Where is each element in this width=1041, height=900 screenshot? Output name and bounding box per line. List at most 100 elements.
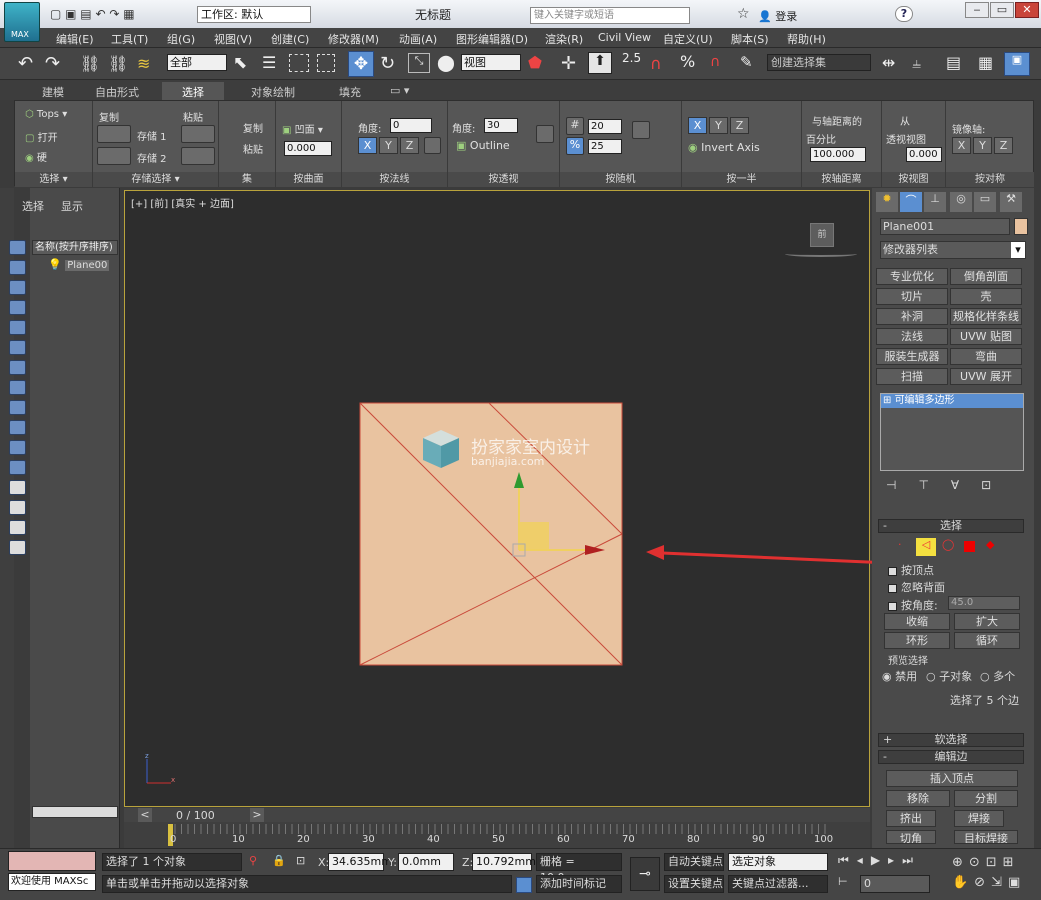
filter-icon[interactable] bbox=[9, 260, 26, 275]
chamfer-button[interactable]: 切角 bbox=[886, 830, 936, 844]
menu-tools[interactable]: 工具(T) bbox=[111, 31, 148, 47]
rollout-soft-selection[interactable]: + 软选择 bbox=[878, 733, 1024, 747]
edit-named-sel-icon[interactable]: ✎ bbox=[740, 53, 753, 71]
menu-edit[interactable]: 编辑(E) bbox=[56, 31, 94, 47]
normal-grid-button[interactable] bbox=[424, 137, 441, 154]
maxscript-listener-mini[interactable] bbox=[8, 851, 96, 871]
goto-start-icon[interactable]: ⊢ bbox=[838, 875, 848, 888]
ignore-backface-check[interactable]: 忽略背面 bbox=[888, 579, 945, 595]
vertex-icon[interactable]: · bbox=[898, 538, 902, 551]
abs-mode-icon[interactable]: ⊡ bbox=[296, 854, 305, 867]
isolate-icon[interactable]: ⚲ bbox=[249, 854, 257, 867]
track-bar[interactable]: 0 10 20 30 40 50 60 70 80 90 100 bbox=[124, 822, 870, 848]
menu-scripting[interactable]: 脚本(S) bbox=[731, 31, 769, 47]
menu-rendering[interactable]: 渲染(R) bbox=[545, 31, 583, 47]
split-button[interactable]: 分割 bbox=[954, 790, 1018, 807]
mod-btn-1[interactable]: 专业优化 bbox=[876, 268, 948, 285]
snap-toggle[interactable]: 2.5 bbox=[622, 51, 641, 65]
filter-icon[interactable] bbox=[9, 540, 26, 555]
random-value-2[interactable]: 25 bbox=[588, 139, 622, 154]
quick-access-icons[interactable]: ▢ ▣ ▤ ↶ ↷ ▦ bbox=[50, 7, 190, 21]
group-select-label[interactable]: 选择 ▾ bbox=[15, 172, 92, 187]
explorer-item[interactable]: 💡 Plane00 bbox=[48, 258, 118, 273]
weld-button[interactable]: 焊接 bbox=[954, 810, 1004, 827]
checkbox[interactable] bbox=[888, 566, 897, 576]
insert-vertex-button[interactable]: 插入顶点 bbox=[886, 770, 1018, 787]
store2-copy-button[interactable] bbox=[97, 147, 131, 165]
selection-filter[interactable]: 全部 bbox=[167, 54, 227, 71]
store2-paste-button[interactable] bbox=[181, 147, 215, 165]
filter-icon[interactable] bbox=[9, 420, 26, 435]
tab-freeform[interactable]: 自由形式 bbox=[95, 84, 139, 100]
set-key-button[interactable]: 设置关键点 bbox=[664, 875, 724, 893]
gizmo-plane-handle[interactable] bbox=[519, 522, 549, 550]
surface-value[interactable]: 0.000 bbox=[284, 141, 332, 156]
set-copy-button[interactable]: 复制 bbox=[243, 120, 263, 135]
menu-group[interactable]: 组(G) bbox=[167, 31, 195, 47]
tab-modeling[interactable]: 建模 bbox=[42, 84, 64, 100]
random-hash-button[interactable]: # bbox=[566, 117, 584, 135]
filter-icon[interactable] bbox=[9, 440, 26, 455]
object-name-input[interactable]: Plane001 bbox=[880, 218, 1010, 235]
time-prev[interactable]: < bbox=[138, 808, 152, 822]
auto-key-button[interactable]: 自动关键点 bbox=[664, 853, 724, 871]
layer-manager-icon[interactable]: ▤ bbox=[946, 53, 961, 72]
login-button[interactable]: 👤 登录 bbox=[758, 8, 797, 24]
menu-views[interactable]: 视图(V) bbox=[214, 31, 252, 47]
explorer-tab-display[interactable]: 显示 bbox=[61, 198, 83, 214]
tab-selection[interactable]: 选择 bbox=[162, 82, 224, 102]
store1-paste-button[interactable] bbox=[181, 125, 215, 143]
set-paste-button[interactable]: 粘贴 bbox=[243, 141, 263, 156]
by-angle-input[interactable]: 45.0 bbox=[948, 596, 1020, 610]
mod-btn-11[interactable]: 扫描 bbox=[876, 368, 948, 385]
preview-multi-radio[interactable]: ○ 多个 bbox=[980, 668, 1015, 684]
store1-copy-button[interactable] bbox=[97, 125, 131, 143]
random-percent-button[interactable]: % bbox=[566, 137, 584, 155]
mod-btn-9[interactable]: 服装生成器 bbox=[876, 348, 948, 365]
preview-disable-radio[interactable]: ◉ 禁用 bbox=[882, 668, 917, 684]
tab-populate[interactable]: 填充 bbox=[339, 84, 361, 100]
redo-icon[interactable]: ↷ bbox=[45, 53, 60, 74]
utilities-tab-icon[interactable]: ⚒ bbox=[1000, 192, 1022, 212]
modifier-list-select[interactable]: 修改器列表 ▾ bbox=[880, 241, 1026, 259]
random-select-button[interactable] bbox=[632, 121, 650, 139]
viewcube[interactable]: 前 bbox=[810, 223, 834, 247]
filter-icon[interactable] bbox=[9, 400, 26, 415]
sym-y-button[interactable]: Y bbox=[973, 137, 992, 154]
normal-x-button[interactable]: X bbox=[358, 137, 377, 154]
key-icon[interactable]: ⊸ bbox=[630, 857, 660, 891]
target-weld-button[interactable]: 目标焊接 bbox=[954, 830, 1018, 844]
loop-button[interactable]: 循环 bbox=[954, 632, 1020, 649]
filter-icon[interactable] bbox=[9, 320, 26, 335]
filter-icon[interactable] bbox=[9, 340, 26, 355]
checkbox[interactable] bbox=[888, 601, 897, 611]
key-mode-select[interactable]: 选定对象 bbox=[728, 853, 828, 871]
mod-btn-7[interactable]: 法线 bbox=[876, 328, 948, 345]
half-z-button[interactable]: Z bbox=[730, 117, 749, 134]
filter-icon[interactable] bbox=[9, 480, 26, 495]
hierarchy-tab-icon[interactable]: ⊥ bbox=[924, 192, 946, 212]
create-tab-icon[interactable]: ✹ bbox=[876, 192, 898, 212]
percent-snap[interactable]: % bbox=[680, 52, 695, 71]
close-button[interactable]: ✕ bbox=[1015, 2, 1039, 18]
search-input[interactable]: 键入关键字或短语 bbox=[530, 7, 690, 24]
filter-icon[interactable] bbox=[9, 380, 26, 395]
modify-tab-icon[interactable]: ⌒ bbox=[900, 192, 922, 212]
preview-subobject-radio[interactable]: ○ 子对象 bbox=[926, 668, 972, 684]
mod-btn-12[interactable]: UVW 展开 bbox=[950, 368, 1022, 385]
menu-help[interactable]: 帮助(H) bbox=[787, 31, 826, 47]
explorer-hscroll[interactable] bbox=[32, 806, 118, 818]
link-icon[interactable]: ⛓ bbox=[80, 54, 100, 73]
time-next[interactable]: > bbox=[250, 808, 264, 822]
explorer-tab-select[interactable]: 选择 bbox=[22, 198, 44, 214]
invert-axis-button[interactable]: ◉ Invert Axis bbox=[688, 141, 760, 154]
time-slider[interactable]: < 0 / 100 > bbox=[124, 808, 870, 822]
filter-icon[interactable] bbox=[9, 520, 26, 535]
normal-angle-input[interactable]: 0 bbox=[390, 118, 432, 133]
lock-icon[interactable]: 🔒 bbox=[272, 854, 286, 867]
polygon-icon[interactable] bbox=[964, 541, 975, 552]
workspace-select[interactable]: 工作区: 默认 bbox=[197, 6, 311, 23]
grow-button[interactable]: 扩大 bbox=[954, 613, 1020, 630]
modifier-stack[interactable]: ⊞ 可编辑多边形 bbox=[880, 393, 1024, 471]
maxscript-welcome[interactable]: 欢迎使用 MAXSc bbox=[8, 873, 96, 891]
